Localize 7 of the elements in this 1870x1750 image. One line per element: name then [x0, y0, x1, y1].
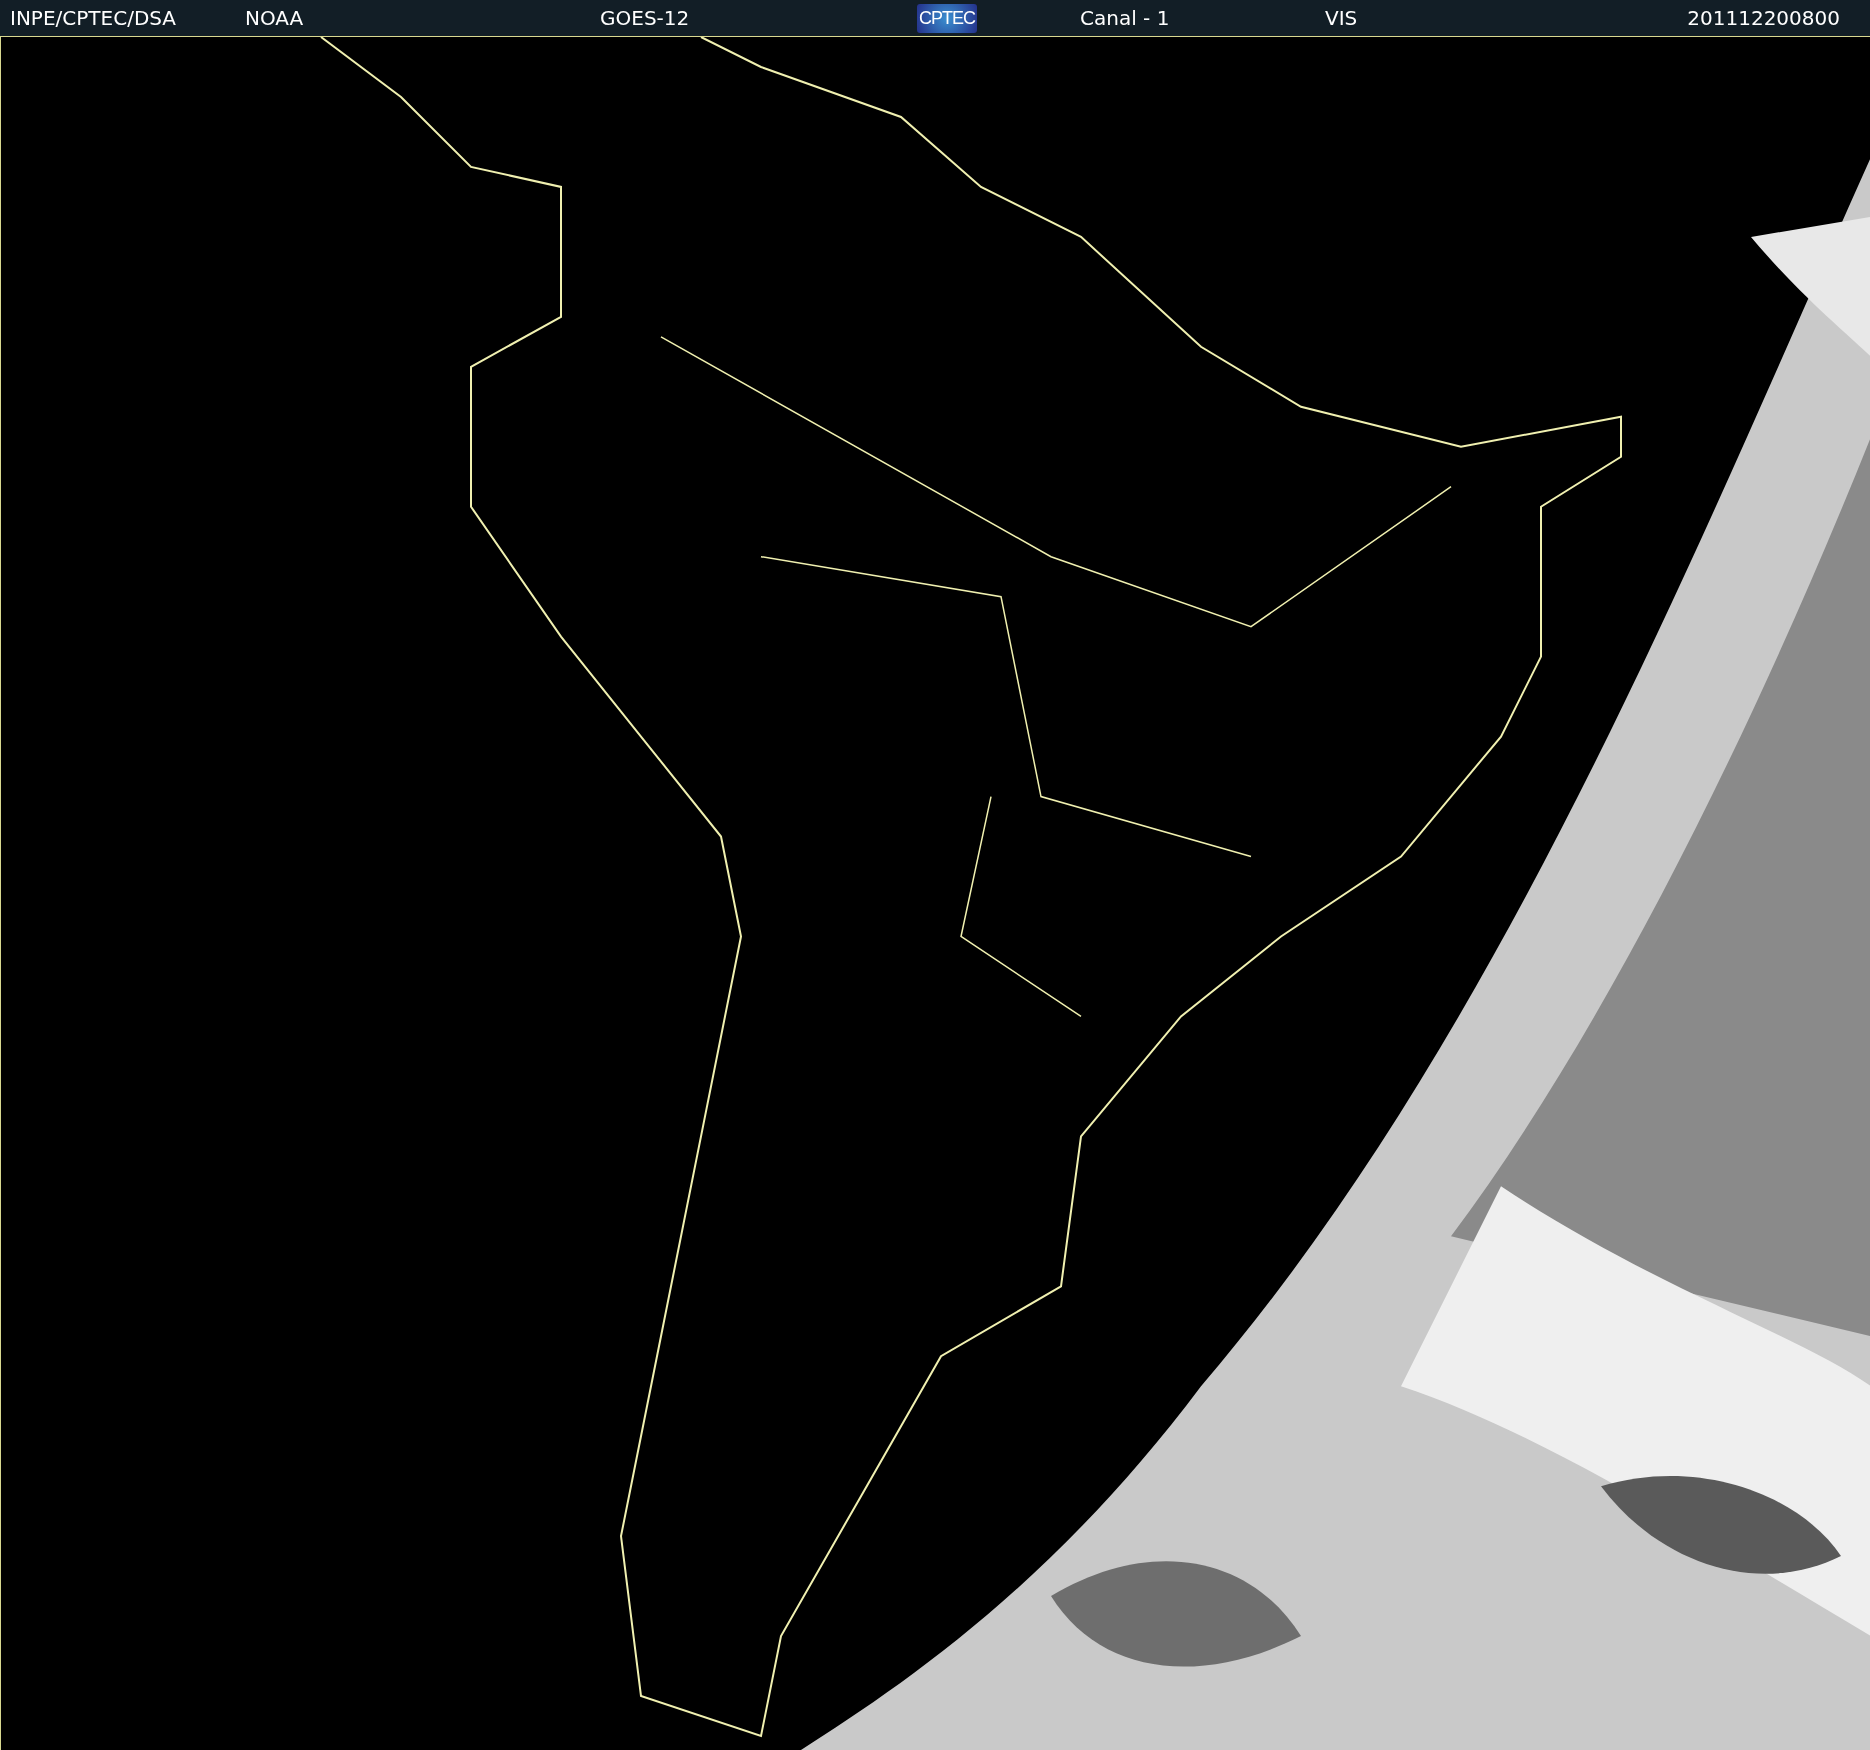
logo: CPTEC	[917, 3, 977, 33]
header-label: NOAA	[245, 6, 304, 30]
header-label: VIS	[1325, 6, 1358, 30]
header-label: 201112200800	[1687, 6, 1840, 30]
header-label: Canal - 1	[1080, 6, 1170, 30]
header-label: INPE/CPTEC/DSA	[10, 6, 177, 30]
header-label: GOES-12	[600, 6, 690, 30]
